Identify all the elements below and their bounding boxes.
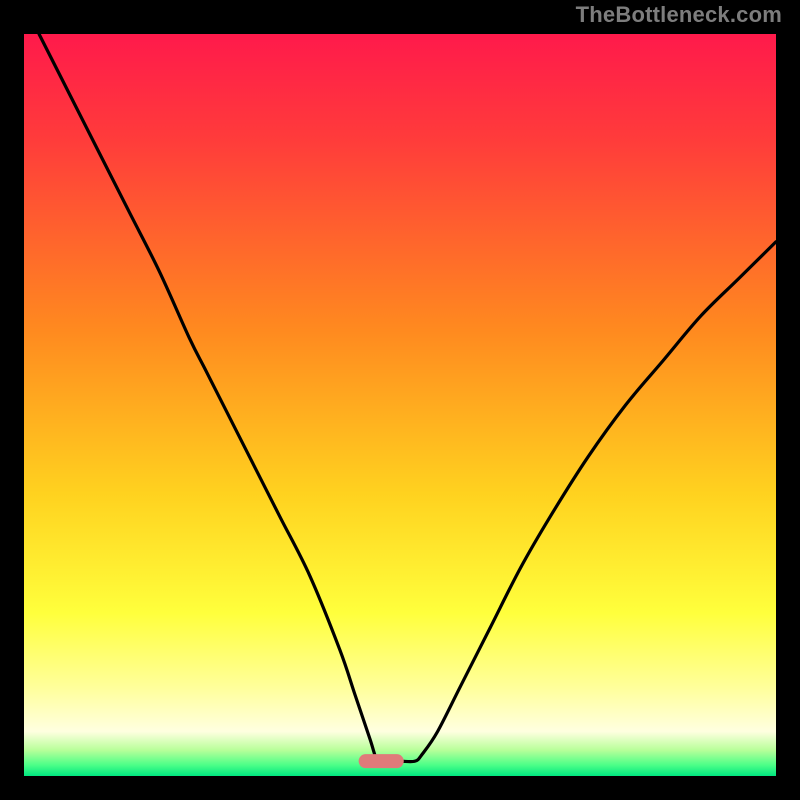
plot-background [24,34,776,776]
optimal-marker [359,754,404,768]
chart-frame [12,12,788,788]
bottleneck-chart [12,12,788,788]
watermark-text: TheBottleneck.com [576,2,782,28]
